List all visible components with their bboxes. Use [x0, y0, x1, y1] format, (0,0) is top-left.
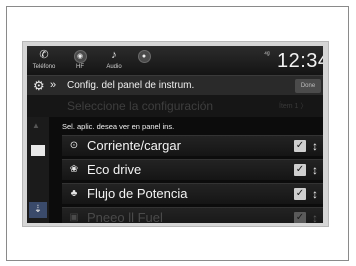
signal-indicator: ⁴ᵍ [264, 51, 270, 58]
drag-handle-icon[interactable]: ↕ [312, 186, 318, 202]
checkbox[interactable]: ✓ [294, 164, 306, 176]
audio-icon: ♪ [111, 49, 117, 61]
checkbox[interactable]: ✓ [294, 212, 306, 223]
audio-label: Audio [106, 64, 122, 70]
list-item-partial[interactable]: ▣ Pneeo ll Fuel ✓ ↕ [62, 207, 323, 223]
extra-button[interactable]: ● [134, 48, 154, 73]
phone-label: Teléfono [32, 64, 56, 70]
list-item-eco-drive[interactable]: ❀ Eco drive ✓ ↕ [62, 159, 323, 180]
hands-free-icon: ◉ [69, 48, 91, 63]
scroll-thumb[interactable] [31, 145, 45, 156]
title-bar: ⚙ » Config. del panel de instrum. Done [27, 75, 323, 95]
clock: 12:34 [277, 50, 323, 72]
page-title: Config. del panel de instrum. [67, 80, 195, 91]
scroll-down-icon[interactable]: ⇣ [29, 202, 47, 218]
list-item-power-flow[interactable]: ♣ Flujo de Potencia ✓ ↕ [62, 183, 323, 204]
scroll-up-icon[interactable]: ▲ [32, 121, 40, 130]
hands-free-label: HF [76, 64, 84, 70]
circle-icon: ● [134, 48, 154, 63]
drag-handle-icon[interactable]: ↕ [312, 162, 318, 178]
done-button[interactable]: Done [295, 79, 321, 93]
gear-icon[interactable]: ⚙ [33, 78, 45, 93]
select-config-label: Seleccione la configuración [67, 99, 214, 113]
list-item-label: Pneeo ll Fuel [87, 210, 163, 223]
item-indicator: Ítem 1 〉 [279, 103, 308, 110]
phone-button[interactable]: ✆ Teléfono [30, 48, 58, 73]
select-config-row[interactable]: Seleccione la configuración Ítem 1 〉 [27, 95, 323, 117]
top-bar: ✆ Teléfono ◉ HF ♪ Audio ● ⁴ᵍ 12:34 [27, 46, 323, 75]
list-item-label: Eco drive [87, 162, 142, 177]
back-chevron-icon[interactable]: » [50, 79, 56, 92]
phone-icon: ✆ [39, 49, 49, 61]
display-screen: ✆ Teléfono ◉ HF ♪ Audio ● ⁴ᵍ 12:34 ⚙ » C… [27, 46, 323, 223]
list-item-corriente[interactable]: ⊙ Corriente/cargar ✓ ↕ [62, 135, 323, 156]
fuel-icon: ▣ [69, 212, 79, 223]
drag-handle-icon[interactable]: ↕ [312, 138, 318, 154]
list-header: Sel. aplic. desea ver en panel ins. [62, 122, 175, 131]
audio-button[interactable]: ♪ Audio [103, 48, 125, 73]
list-item-label: Flujo de Potencia [87, 186, 188, 201]
drag-handle-icon[interactable]: ↕ [312, 210, 318, 223]
checkbox[interactable]: ✓ [294, 188, 306, 200]
power-flow-icon: ♣ [70, 188, 78, 199]
battery-flow-icon: ⊙ [69, 140, 79, 151]
eco-leaf-icon: ❀ [69, 164, 79, 175]
list-item-label: Corriente/cargar [87, 138, 181, 153]
hands-free-button[interactable]: ◉ HF [69, 48, 91, 73]
scroll-rail[interactable]: ▲ ⇣ [27, 117, 49, 223]
checkbox[interactable]: ✓ [294, 140, 306, 152]
